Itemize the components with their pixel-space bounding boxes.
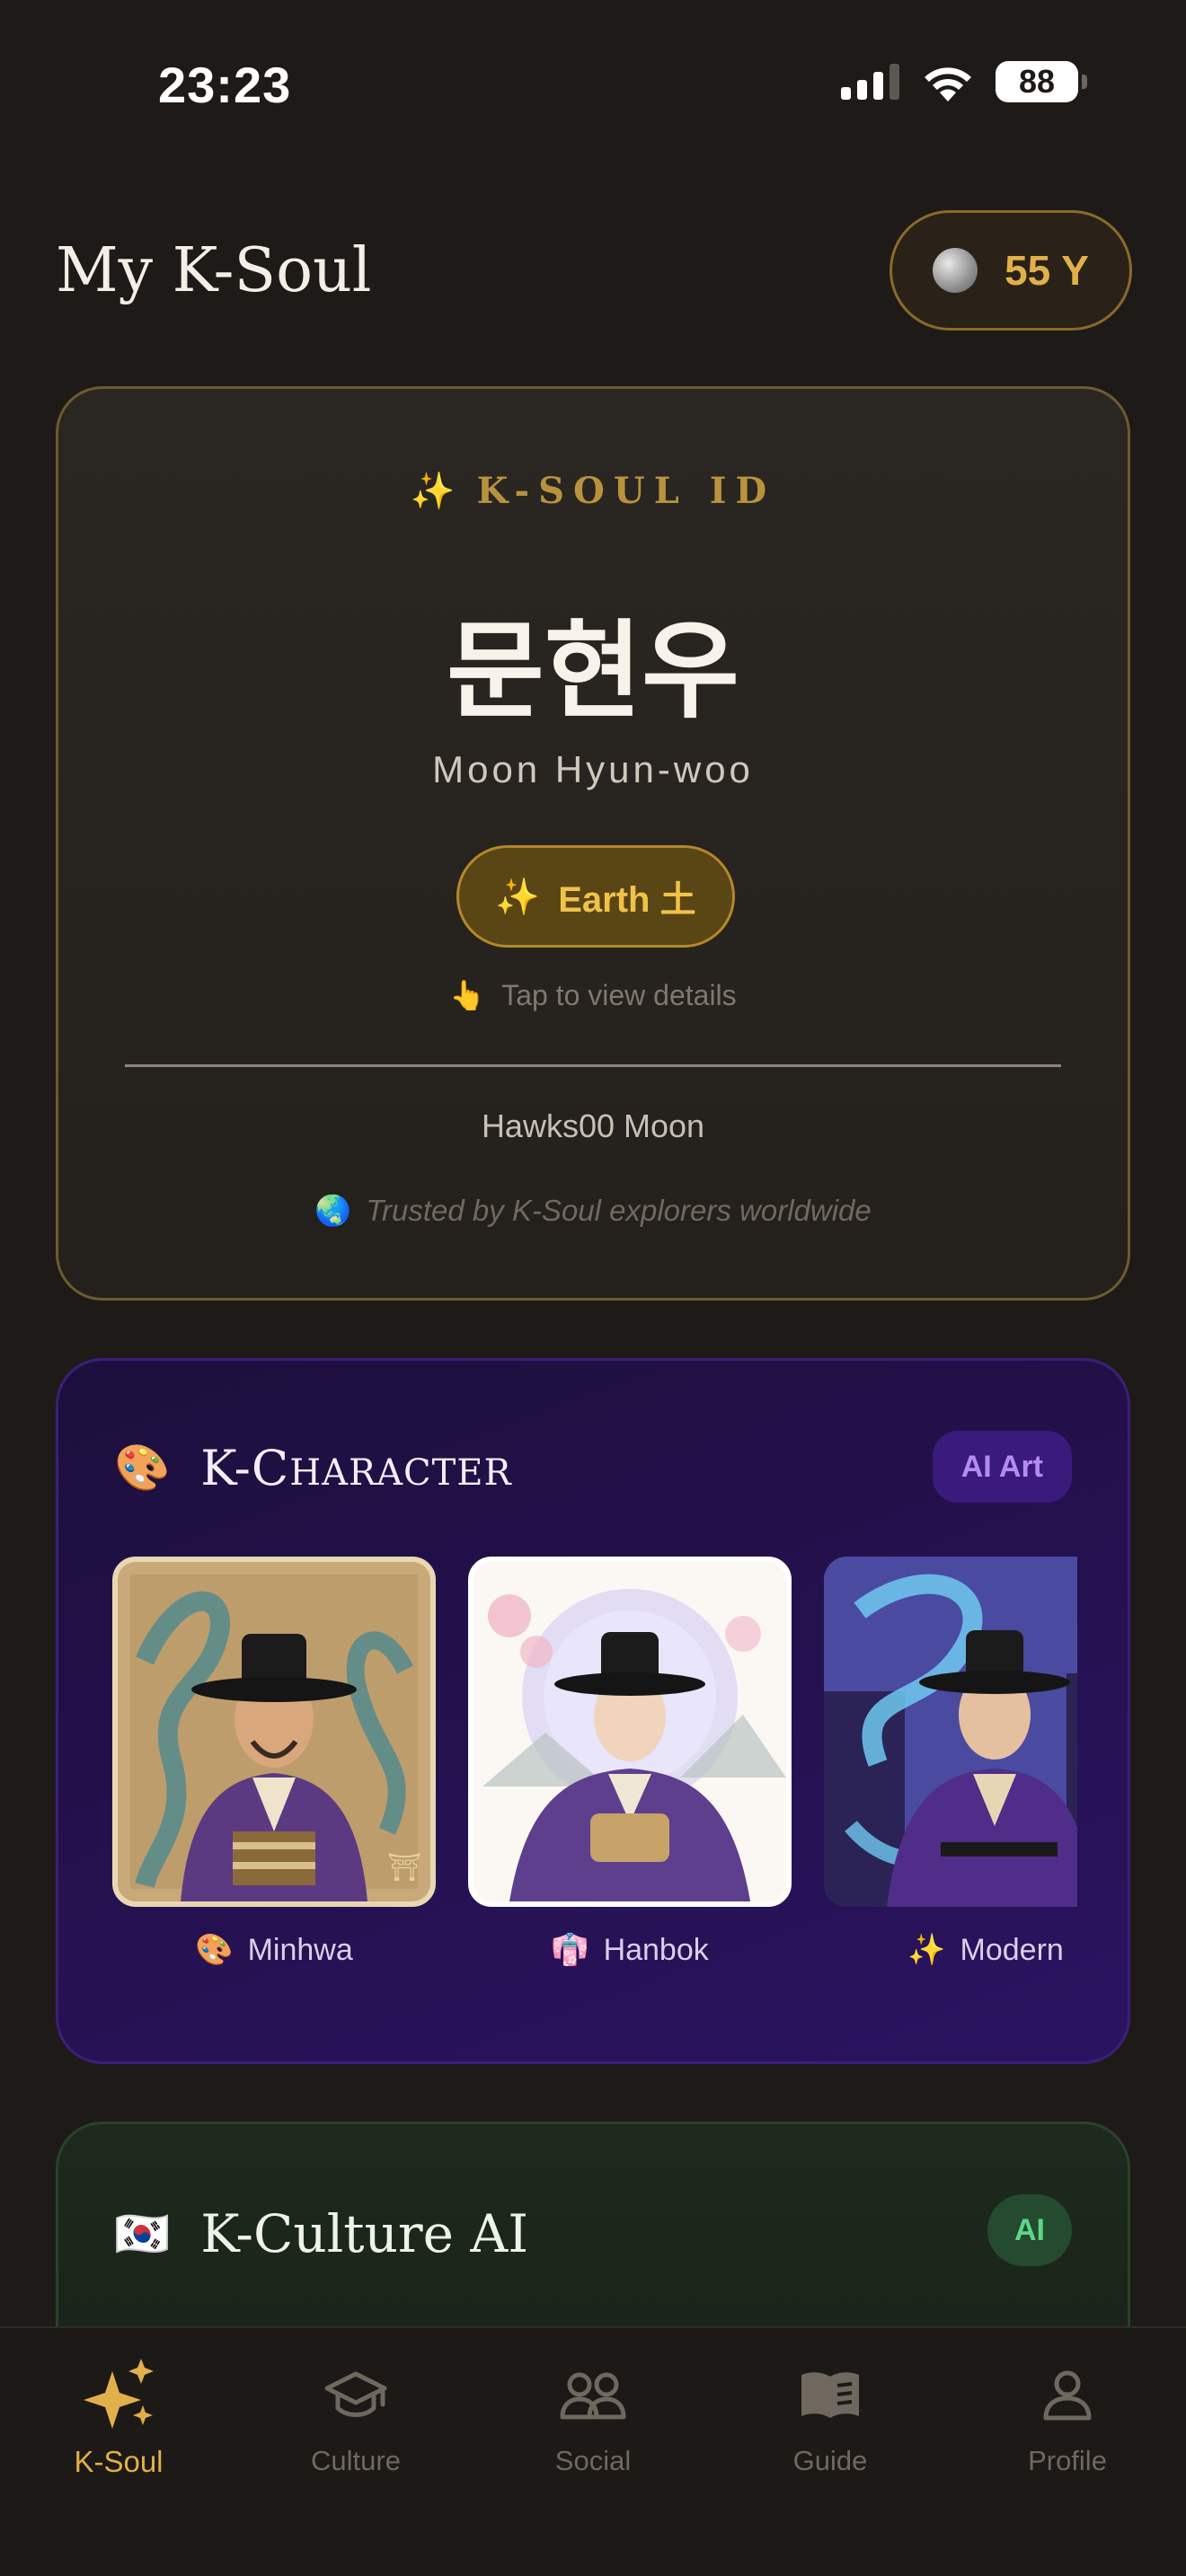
character-label: Modern bbox=[960, 1933, 1064, 1967]
palette-icon: 🎨 bbox=[195, 1933, 234, 1967]
character-label: Minhwa bbox=[247, 1933, 353, 1967]
tap-hint-text: Tap to view details bbox=[501, 979, 737, 1011]
battery-indicator: 88 bbox=[996, 61, 1087, 102]
korea-flag-icon: 🇰🇷 bbox=[114, 2208, 171, 2259]
tab-label: Culture bbox=[311, 2445, 401, 2476]
coin-value: 55 Y bbox=[1005, 247, 1089, 294]
ai-badge: AI bbox=[987, 2194, 1072, 2266]
cellular-signal-icon bbox=[841, 64, 899, 100]
svg-text:⛩: ⛩ bbox=[387, 1853, 421, 1883]
character-carousel[interactable]: ⛩ 🎨 Minhwa 👘 Hanbok ✨ Modern bbox=[112, 1557, 1077, 1988]
character-caption: 🎨 Minhwa bbox=[112, 1932, 436, 1968]
tab-label: Social bbox=[554, 2445, 632, 2476]
coin-balance-button[interactable]: 55 Y bbox=[890, 210, 1132, 331]
sparkles-icon bbox=[78, 2355, 159, 2436]
element-label: Earth 土 bbox=[558, 880, 696, 920]
k-culture-header: 🇰🇷 K-Culture AI bbox=[114, 2203, 528, 2264]
modern-portrait-image bbox=[824, 1557, 1077, 1907]
trusted-note: 🌏 Trusted by K-Soul explorers worldwide bbox=[58, 1194, 1128, 1229]
element-badge-button[interactable]: ✨ Earth 土 bbox=[456, 845, 735, 948]
tab-social[interactable]: Social bbox=[474, 2355, 712, 2477]
character-item-minhwa[interactable]: ⛩ 🎨 Minhwa bbox=[112, 1557, 436, 1968]
book-icon bbox=[798, 2355, 863, 2436]
tab-label: K-Soul bbox=[74, 2445, 164, 2478]
k-character-title: K-CHARACTER bbox=[200, 1440, 511, 1496]
globe-icon: 🌏 bbox=[314, 1194, 352, 1227]
tab-k-soul[interactable]: K-Soul bbox=[0, 2355, 237, 2479]
sparkle-icon: ✨ bbox=[410, 470, 456, 512]
people-icon bbox=[560, 2355, 626, 2436]
sparkle-icon: ✨ bbox=[495, 877, 541, 917]
k-culture-title: K-Culture AI bbox=[200, 2203, 529, 2264]
k-soul-id-card[interactable]: ✨ K-SOUL ID 문현우 Moon Hyun-woo ✨ Earth 土 👆… bbox=[56, 386, 1130, 1301]
divider bbox=[125, 1064, 1061, 1067]
palette-icon: 🎨 bbox=[114, 1442, 171, 1493]
page-title: My K-Soul bbox=[56, 235, 372, 306]
status-time: 23:23 bbox=[158, 57, 292, 113]
tab-label: Profile bbox=[1028, 2445, 1107, 2476]
status-bar: 23:23 88 bbox=[0, 0, 1186, 171]
character-caption: ✨ Modern bbox=[824, 1932, 1077, 1968]
sparkle-icon: ✨ bbox=[907, 1933, 946, 1967]
coin-icon bbox=[933, 248, 978, 293]
user-handle: Hawks00 Moon bbox=[481, 1107, 705, 1144]
wifi-icon bbox=[925, 67, 971, 101]
hanbok-portrait-image bbox=[468, 1557, 792, 1907]
tab-guide[interactable]: Guide bbox=[712, 2355, 949, 2477]
graduation-cap-icon bbox=[323, 2355, 388, 2436]
status-icons: 88 bbox=[841, 61, 1087, 102]
k-character-header: 🎨 K-CHARACTER bbox=[114, 1440, 512, 1496]
character-caption: 👘 Hanbok bbox=[468, 1932, 792, 1968]
romanized-name: Moon Hyun-woo bbox=[432, 748, 754, 790]
id-card-label: ✨ K-SOUL ID bbox=[58, 470, 1128, 512]
title-initial: K-C bbox=[200, 1440, 290, 1496]
tap-hint: 👆 Tap to view details bbox=[58, 978, 1128, 1012]
ai-art-badge: AI Art bbox=[932, 1431, 1072, 1503]
minhwa-portrait-image: ⛩ bbox=[112, 1557, 436, 1907]
tab-label: Guide bbox=[792, 2445, 868, 2476]
person-icon bbox=[1042, 2355, 1093, 2436]
character-label: Hanbok bbox=[603, 1933, 709, 1967]
tab-culture[interactable]: Culture bbox=[237, 2355, 474, 2477]
id-label-text: K-SOUL ID bbox=[476, 470, 776, 512]
character-item-modern[interactable]: ✨ Modern bbox=[824, 1557, 1077, 1968]
hanbok-icon: 👘 bbox=[551, 1933, 589, 1967]
title-rest: HARACTER bbox=[289, 1452, 512, 1494]
trusted-text: Trusted by K-Soul explorers worldwide bbox=[366, 1194, 872, 1227]
character-item-hanbok[interactable]: 👘 Hanbok bbox=[468, 1557, 792, 1968]
pointing-finger-icon: 👆 bbox=[449, 979, 486, 1011]
bottom-tab-bar: K-Soul Culture Social Guide Profile bbox=[0, 2326, 1186, 2576]
k-character-card[interactable]: 🎨 K-CHARACTER AI Art ⛩ 🎨 Minhwa 👘 Hanbok… bbox=[56, 1358, 1130, 2064]
tab-profile[interactable]: Profile bbox=[949, 2355, 1186, 2477]
korean-name: 문현우 bbox=[447, 609, 739, 733]
